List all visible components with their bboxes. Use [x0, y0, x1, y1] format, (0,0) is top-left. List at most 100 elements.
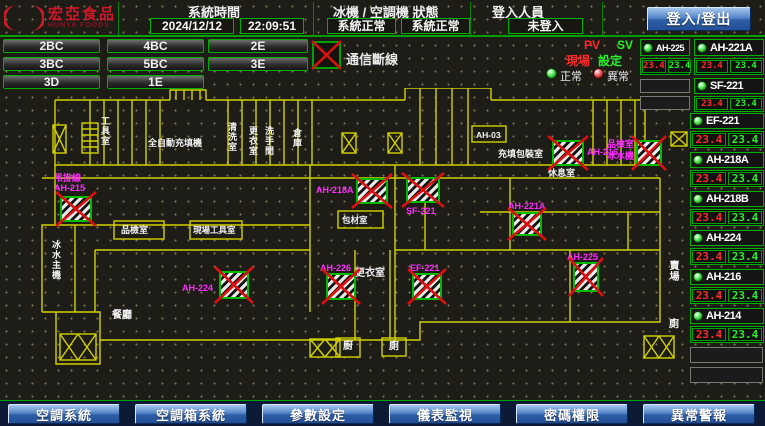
unit-name: EF-221 [706, 115, 739, 127]
hunya-logo-icon [4, 3, 44, 33]
status-lamp-icon [693, 272, 703, 282]
room-label: 廁 [669, 320, 679, 330]
unit-row-ah218a[interactable]: AH-218A [690, 152, 764, 168]
nav-button-ac-system[interactable]: 空調系統 [8, 404, 120, 424]
system-time-value: 22:09:51 [240, 18, 304, 34]
sv-value: 23.4 [668, 60, 692, 73]
pv-value: 23.4 [692, 211, 726, 224]
floor-button-2e[interactable]: 2E [208, 39, 308, 53]
sv-value: 23.4 [728, 211, 762, 224]
unit-values-ah216: 23.4 23.4 [690, 287, 764, 304]
room-label: 洗手間 [264, 126, 274, 156]
unit-row-ef221[interactable]: EF-221 [690, 113, 764, 129]
unit-row-ah225[interactable]: AH-225 [640, 39, 690, 56]
room-label: 冰水主機 [51, 240, 61, 280]
bottom-nav-bar: 空調系統 空調箱系統 參數設定 儀表監視 密碼權限 異常警報 [0, 400, 765, 426]
floor-button-1e[interactable]: 1E [107, 75, 204, 89]
room-label: 充填包裝室 [498, 149, 543, 159]
unit-name: AH-224 [706, 232, 741, 244]
header-divider [313, 2, 314, 35]
floor-button-3e[interactable]: 3E [208, 57, 308, 71]
nav-button-alarm[interactable]: 異常警報 [643, 404, 755, 424]
empty-slot [690, 367, 763, 383]
pv-value: 23.4 [696, 60, 728, 73]
sv-label: SV [617, 38, 633, 52]
system-date-value: 2024/12/12 [150, 18, 234, 34]
nav-button-meter-watch[interactable]: 儀表監視 [389, 404, 501, 424]
room-label: 品檢室 [121, 225, 148, 235]
floor-button-2bc[interactable]: 2BC [3, 39, 100, 53]
unit-marker-label: 冰水機 [607, 152, 634, 161]
room-label: 餐廳 [112, 311, 132, 321]
sv-value: 23.4 [728, 289, 762, 302]
status-lamp-icon [693, 233, 703, 243]
unit-marker-label: 吊掛線 [54, 174, 81, 183]
unit-row-ah214[interactable]: AH-214 [690, 308, 764, 324]
room-label: 廁 [389, 342, 399, 352]
pv-value: 23.4 [642, 60, 666, 73]
comm-loss-label: 通信斷線 [346, 49, 398, 68]
nav-button-param-set[interactable]: 參數設定 [262, 404, 374, 424]
nav-button-ahu-system[interactable]: 空調箱系統 [135, 404, 247, 424]
login-logout-button[interactable]: 登入/登出 [647, 7, 751, 31]
unit-marker-sf221[interactable] [406, 177, 440, 203]
normal-lamp-icon [546, 68, 557, 79]
floor-button-4bc[interactable]: 4BC [107, 39, 204, 53]
unit-row-sf221[interactable]: SF-221 [694, 78, 764, 94]
pv-value: 23.4 [692, 328, 726, 341]
room-label: 工具室 [100, 116, 110, 146]
unit-marker-ah221a[interactable] [512, 212, 542, 236]
header-divider [602, 2, 603, 35]
unit-marker-label: SF-221 [406, 207, 436, 216]
header-divider [470, 2, 471, 35]
status-lamp-icon [693, 311, 703, 321]
room-label: 全自動充填機 [148, 138, 202, 148]
login-status-value: 未登入 [508, 18, 583, 34]
unit-values-ef221: 23.4 23.4 [690, 131, 764, 148]
pv-value: 23.4 [692, 133, 726, 146]
room-label: 倉庫 [292, 128, 302, 148]
unit-marker-ah224[interactable] [219, 271, 249, 299]
sv-value: 23.4 [728, 328, 762, 341]
unit-row-ah216[interactable]: AH-216 [690, 269, 764, 285]
unit-marker-ah226[interactable] [326, 273, 356, 300]
pv-value: 23.4 [692, 289, 726, 302]
room-label: 賣場 [667, 260, 677, 282]
pv-label: PV [584, 38, 600, 52]
normal-label: 正常 [560, 68, 582, 84]
status-lamp-icon [693, 194, 703, 204]
status-lamp-icon [697, 43, 707, 53]
sv-value: 23.4 [728, 250, 762, 263]
brand-name-en: HUNYA FOODS [48, 22, 116, 29]
unit-row-ah224[interactable]: AH-224 [690, 230, 764, 246]
setpoint-label-green: 設定 [598, 52, 622, 69]
unit-marker-ah225[interactable] [573, 262, 599, 292]
unit-row-ah218b[interactable]: AH-218B [690, 191, 764, 207]
room-label: 更衣室 [248, 126, 258, 156]
empty-slot [640, 79, 690, 93]
unit-marker-ah216[interactable] [552, 140, 584, 166]
unit-marker-ah218a[interactable] [356, 178, 388, 204]
status-lamp-icon [643, 43, 653, 53]
nav-button-password[interactable]: 密碼權限 [516, 404, 628, 424]
unit-values-ah218b: 23.4 23.4 [690, 209, 764, 226]
unit-marker-ef221[interactable] [412, 273, 442, 300]
pv-value: 23.4 [692, 172, 726, 185]
pv-value: 23.4 [696, 98, 728, 110]
sv-value: 23.4 [730, 98, 762, 110]
setpoint-label-red: 現場 [566, 52, 590, 69]
unit-row-ah221a[interactable]: AH-221A [694, 39, 764, 56]
unit-marker-top-right[interactable] [636, 140, 662, 166]
sv-value: 23.4 [730, 60, 762, 73]
unit-name: AH-214 [706, 310, 741, 322]
unit-marker-ah215[interactable] [60, 196, 92, 222]
header-divider [118, 2, 119, 35]
empty-slot [640, 96, 690, 110]
floor-button-5bc[interactable]: 5BC [107, 57, 204, 71]
floor-button-3bc[interactable]: 3BC [3, 57, 100, 71]
unit-name: SF-221 [710, 80, 743, 92]
status-lamp-icon [693, 155, 703, 165]
header: 宏亞食品 HUNYA FOODS 系統時間 2024/12/12 22:09:5… [0, 0, 765, 37]
floor-button-3d[interactable]: 3D [3, 75, 100, 89]
floor-plan-map: 工具室 全自動充填機 清洗室 更衣室 洗手間 倉庫 AH-03 充填包裝室 休息… [0, 88, 688, 400]
